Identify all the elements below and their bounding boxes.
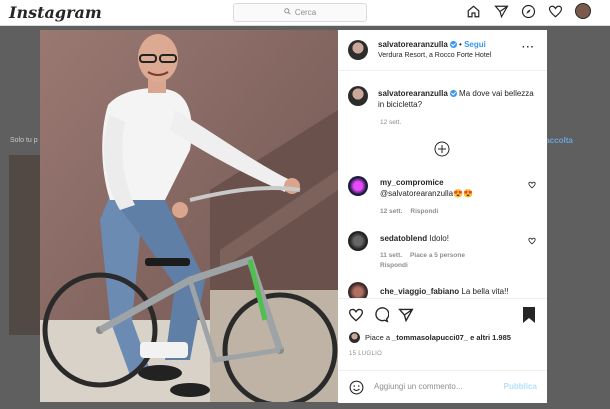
caption: salvatorearanzulla Ma dove vai bellezza … — [378, 88, 538, 110]
search-placeholder: Cerca — [294, 8, 317, 17]
likes-prefix: Piace a — [365, 333, 393, 342]
post-header: salvatorearanzulla • Segui Verdura Resor… — [338, 30, 547, 71]
emoji-smiley-icon[interactable] — [349, 380, 364, 395]
post-actions: Piace a _tommasolapucci07_ e altri 1.985… — [338, 298, 547, 403]
comment-likes[interactable]: Piace a 5 persone — [410, 252, 465, 259]
comment-item: my_compromice @salvatorearanzulla😍😍 — [380, 177, 520, 199]
verified-badge-icon — [449, 41, 457, 49]
comment-meta-reply: Rispondi — [380, 262, 416, 269]
author-avatar[interactable] — [348, 40, 368, 60]
comment-text: La bella vita!! — [461, 287, 509, 296]
direct-icon[interactable] — [494, 4, 509, 19]
search-icon — [284, 8, 291, 17]
add-comment-bar: Aggiungi un commento... Pubblica — [338, 370, 547, 404]
caption-username[interactable]: salvatorearanzulla — [378, 89, 448, 98]
comment-item: che_viaggio_fabiano La bella vita!! — [380, 286, 540, 297]
post-photo[interactable] — [40, 30, 338, 402]
comment-time[interactable]: 11 sett. — [380, 252, 402, 259]
commenter-avatar[interactable] — [348, 176, 368, 196]
man-on-bicycle-image — [40, 30, 338, 402]
likes-count[interactable]: e altri 1.985 — [468, 333, 511, 342]
comment-text: Idolo! — [429, 234, 449, 243]
post-location[interactable]: Verdura Resort, a Rocco Forte Hotel — [378, 52, 491, 59]
likes-summary: Piace a _tommasolapucci07_ e altri 1.985 — [365, 333, 511, 342]
profile-avatar[interactable] — [575, 3, 591, 19]
comment-item: sedatoblend Idolo! — [380, 233, 520, 244]
instagram-logo[interactable]: Instagram — [9, 3, 102, 22]
comment-like-heart-icon[interactable] — [528, 237, 536, 245]
comment-like-heart-icon[interactable] — [528, 181, 536, 189]
heart-icon[interactable] — [548, 4, 563, 19]
load-more-comments-icon[interactable] — [434, 141, 450, 157]
share-direct-icon[interactable] — [398, 307, 414, 323]
comment-time[interactable]: 12 sett. — [380, 208, 402, 215]
author-username[interactable]: salvatorearanzulla — [378, 40, 448, 49]
add-comment-input[interactable]: Aggiungi un commento... — [374, 382, 463, 391]
comment-username[interactable]: che_viaggio_fabiano — [380, 287, 459, 296]
more-options-icon[interactable]: ··· — [522, 42, 535, 53]
caption-author-avatar[interactable] — [348, 86, 368, 106]
post-side-panel: salvatorearanzulla • Segui Verdura Resor… — [338, 30, 547, 403]
comment-text: @salvatorearanzulla😍😍 — [380, 189, 473, 198]
comment-meta: 11 sett. Piace a 5 persone — [380, 252, 473, 259]
reply-button[interactable]: Rispondi — [410, 208, 438, 215]
verified-badge-icon — [449, 90, 457, 98]
background-text: Solo tu p — [10, 137, 38, 144]
home-icon[interactable] — [466, 4, 481, 19]
top-nav-bar: Instagram Cerca — [0, 0, 610, 26]
liker-username[interactable]: _tommasolapucci07_ — [392, 333, 468, 342]
comment-username[interactable]: my_compromice — [380, 177, 520, 188]
background-thumbnail — [9, 155, 41, 335]
comment-bubble-icon[interactable] — [373, 307, 389, 323]
publish-button[interactable]: Pubblica — [504, 382, 537, 391]
comment-username[interactable]: sedatoblend — [380, 234, 427, 243]
reply-button[interactable]: Rispondi — [380, 262, 408, 269]
search-input[interactable]: Cerca — [233, 3, 367, 22]
save-bookmark-icon[interactable] — [522, 306, 536, 324]
commenter-avatar[interactable] — [348, 231, 368, 251]
caption-time[interactable]: 12 sett. — [380, 119, 401, 126]
post-date[interactable]: 15 LUGLIO — [349, 351, 382, 357]
follow-button[interactable]: Segui — [464, 40, 486, 49]
like-heart-icon[interactable] — [348, 307, 364, 323]
explore-icon[interactable] — [521, 4, 536, 19]
comment-meta: 12 sett. Rispondi — [380, 208, 446, 215]
liker-avatar[interactable] — [349, 332, 360, 343]
